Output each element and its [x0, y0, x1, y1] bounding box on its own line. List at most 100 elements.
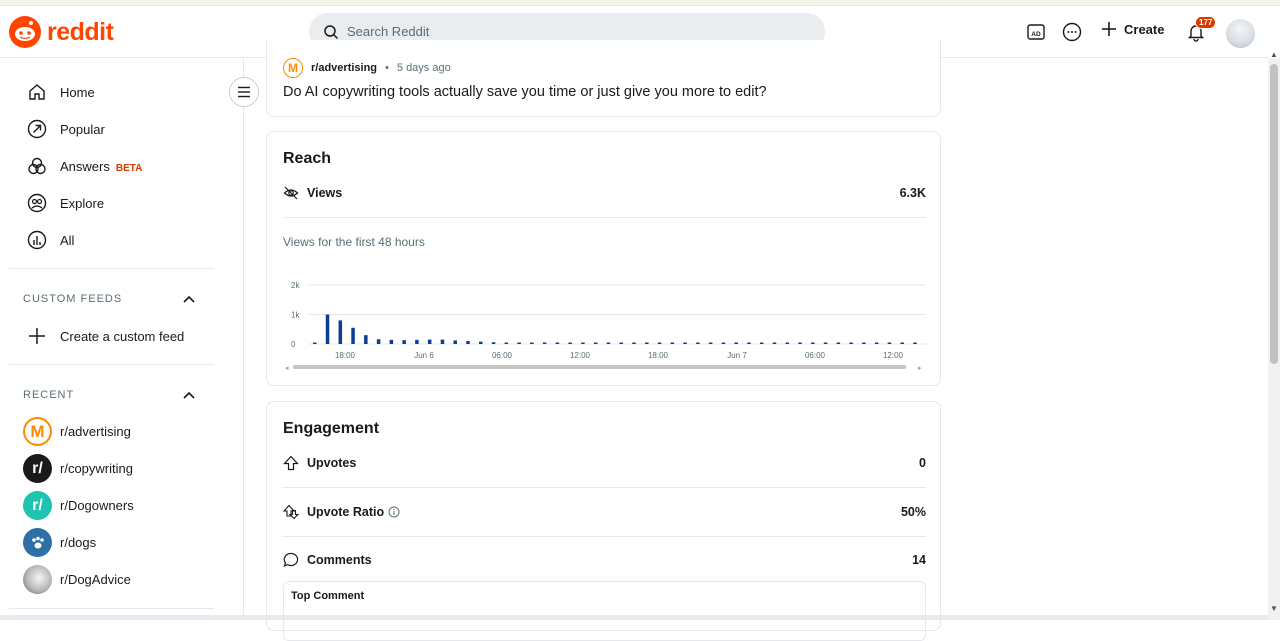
chart-bar[interactable]: [696, 342, 700, 345]
recent-item-label: r/dogs: [60, 535, 97, 550]
sidebar-item-popular[interactable]: Popular: [27, 119, 105, 139]
paw-icon: [23, 528, 52, 557]
chart-bar[interactable]: [542, 342, 547, 345]
chart-bar[interactable]: [721, 342, 726, 345]
menu-icon: [238, 86, 250, 98]
chart-bar[interactable]: [593, 342, 598, 345]
chart-bar[interactable]: [351, 327, 355, 344]
advertise-icon[interactable]: AD: [1024, 20, 1048, 44]
chart-bar[interactable]: [900, 342, 904, 345]
chart-bar[interactable]: [479, 341, 483, 344]
chart-bar[interactable]: [338, 320, 343, 344]
answers-icon: [28, 157, 46, 175]
chart-bar[interactable]: [683, 342, 687, 345]
chart-bar[interactable]: [747, 342, 751, 345]
row-divider: [283, 217, 926, 218]
row-divider: [283, 536, 926, 537]
chart-bar[interactable]: [504, 342, 509, 345]
explore-icon: [27, 193, 47, 213]
sidebar-divider: [9, 268, 214, 269]
chart-scrollbar[interactable]: [293, 365, 906, 369]
chart-bar[interactable]: [785, 342, 790, 345]
chart-bar[interactable]: [517, 342, 521, 345]
chart-bar[interactable]: [887, 342, 892, 345]
comments-row: Comments 14: [283, 552, 926, 568]
recent-item-advertising[interactable]: M r/advertising: [23, 417, 131, 446]
chart-bar[interactable]: [466, 341, 470, 344]
chart-bar[interactable]: [759, 342, 764, 345]
post-age: 5 days ago: [396, 62, 451, 74]
scroll-up-arrow[interactable]: ▲: [1270, 50, 1278, 59]
chart-bar[interactable]: [734, 342, 738, 345]
sidebar-item-all[interactable]: All: [27, 230, 74, 250]
chart-bar[interactable]: [772, 342, 777, 345]
reach-card: Reach Views 6.3K Views for the first 48 …: [266, 131, 941, 386]
post-title[interactable]: Do AI copywriting tools actually save yo…: [283, 84, 767, 100]
chart-bar[interactable]: [376, 339, 381, 344]
recent-item-copywriting[interactable]: r/ r/copywriting: [23, 454, 133, 483]
chart-bar[interactable]: [849, 342, 853, 345]
chart-bar[interactable]: [364, 335, 368, 344]
comment-icon: [283, 552, 299, 568]
scroll-down-arrow[interactable]: ▼: [1270, 604, 1278, 613]
chart-bar[interactable]: [313, 342, 317, 345]
chart-bar[interactable]: [389, 339, 394, 344]
chart-bar[interactable]: [798, 342, 802, 345]
chart-bar[interactable]: [606, 342, 611, 345]
chart-bar[interactable]: [325, 314, 330, 345]
info-icon[interactable]: [388, 506, 400, 518]
user-avatar[interactable]: [1226, 19, 1255, 48]
chart-scroll-left-icon[interactable]: ◂: [285, 365, 289, 372]
sidebar-item-home[interactable]: Home: [27, 82, 95, 102]
chart-bar[interactable]: [862, 342, 866, 345]
create-custom-feed-button[interactable]: Create a custom feed: [27, 326, 184, 346]
chart-bar[interactable]: [836, 342, 841, 345]
chart-bar[interactable]: [823, 342, 828, 345]
top-comment-box[interactable]: Top Comment: [283, 581, 926, 641]
post-card[interactable]: M r/advertising • 5 days ago Do AI copyw…: [266, 40, 941, 117]
chart-bar[interactable]: [708, 342, 713, 345]
chart-bar[interactable]: [913, 342, 917, 345]
chevron-up-icon[interactable]: [182, 292, 196, 306]
scrollbar-thumb[interactable]: [1270, 64, 1278, 364]
create-button[interactable]: Create: [1100, 20, 1164, 38]
reddit-logo[interactable]: reddit: [9, 16, 114, 48]
subreddit-avatar: r/: [23, 454, 52, 483]
dot-separator: •: [385, 62, 389, 74]
left-sidebar: Home Popular Answers BETA Explore All CUS…: [0, 58, 244, 620]
collapse-sidebar-button[interactable]: [229, 77, 259, 107]
x-tick-label: 18:00: [648, 351, 669, 360]
search-input[interactable]: [347, 24, 787, 39]
chart-bar[interactable]: [670, 342, 675, 345]
chart-bar[interactable]: [415, 339, 419, 344]
chart-bar[interactable]: [427, 339, 432, 344]
chart-bar[interactable]: [874, 342, 879, 345]
search-icon: [324, 24, 339, 39]
chart-bar[interactable]: [619, 342, 624, 345]
snoo-icon: [9, 16, 41, 48]
chart-bar[interactable]: [453, 340, 457, 344]
sidebar-item-answers[interactable]: Answers BETA: [27, 156, 142, 176]
chat-icon[interactable]: [1060, 20, 1084, 44]
chart-bar[interactable]: [568, 342, 572, 345]
sidebar-item-explore[interactable]: Explore: [27, 193, 104, 213]
chart-bar[interactable]: [632, 342, 636, 345]
post-subreddit[interactable]: r/advertising: [311, 62, 377, 74]
subreddit-avatar: r/: [23, 491, 52, 520]
chart-bar[interactable]: [811, 342, 815, 345]
chart-bar[interactable]: [657, 342, 662, 345]
chevron-up-icon[interactable]: [182, 388, 196, 402]
chart-bar[interactable]: [402, 340, 406, 344]
chart-bar[interactable]: [555, 342, 560, 345]
chart-bar[interactable]: [491, 342, 496, 344]
chart-bar[interactable]: [530, 342, 534, 345]
recent-item-dogs[interactable]: r/dogs: [23, 528, 96, 557]
recent-item-dogowners[interactable]: r/ r/Dogowners: [23, 491, 134, 520]
chart-bar[interactable]: [440, 339, 445, 344]
chart-bar[interactable]: [581, 342, 585, 345]
recent-title: RECENT: [23, 389, 75, 401]
recent-item-dogadvice[interactable]: r/DogAdvice: [23, 565, 131, 594]
page-scrollbar[interactable]: [1268, 58, 1280, 620]
chart-scroll-right-icon[interactable]: ▸: [918, 365, 922, 372]
chart-bar[interactable]: [645, 342, 649, 345]
